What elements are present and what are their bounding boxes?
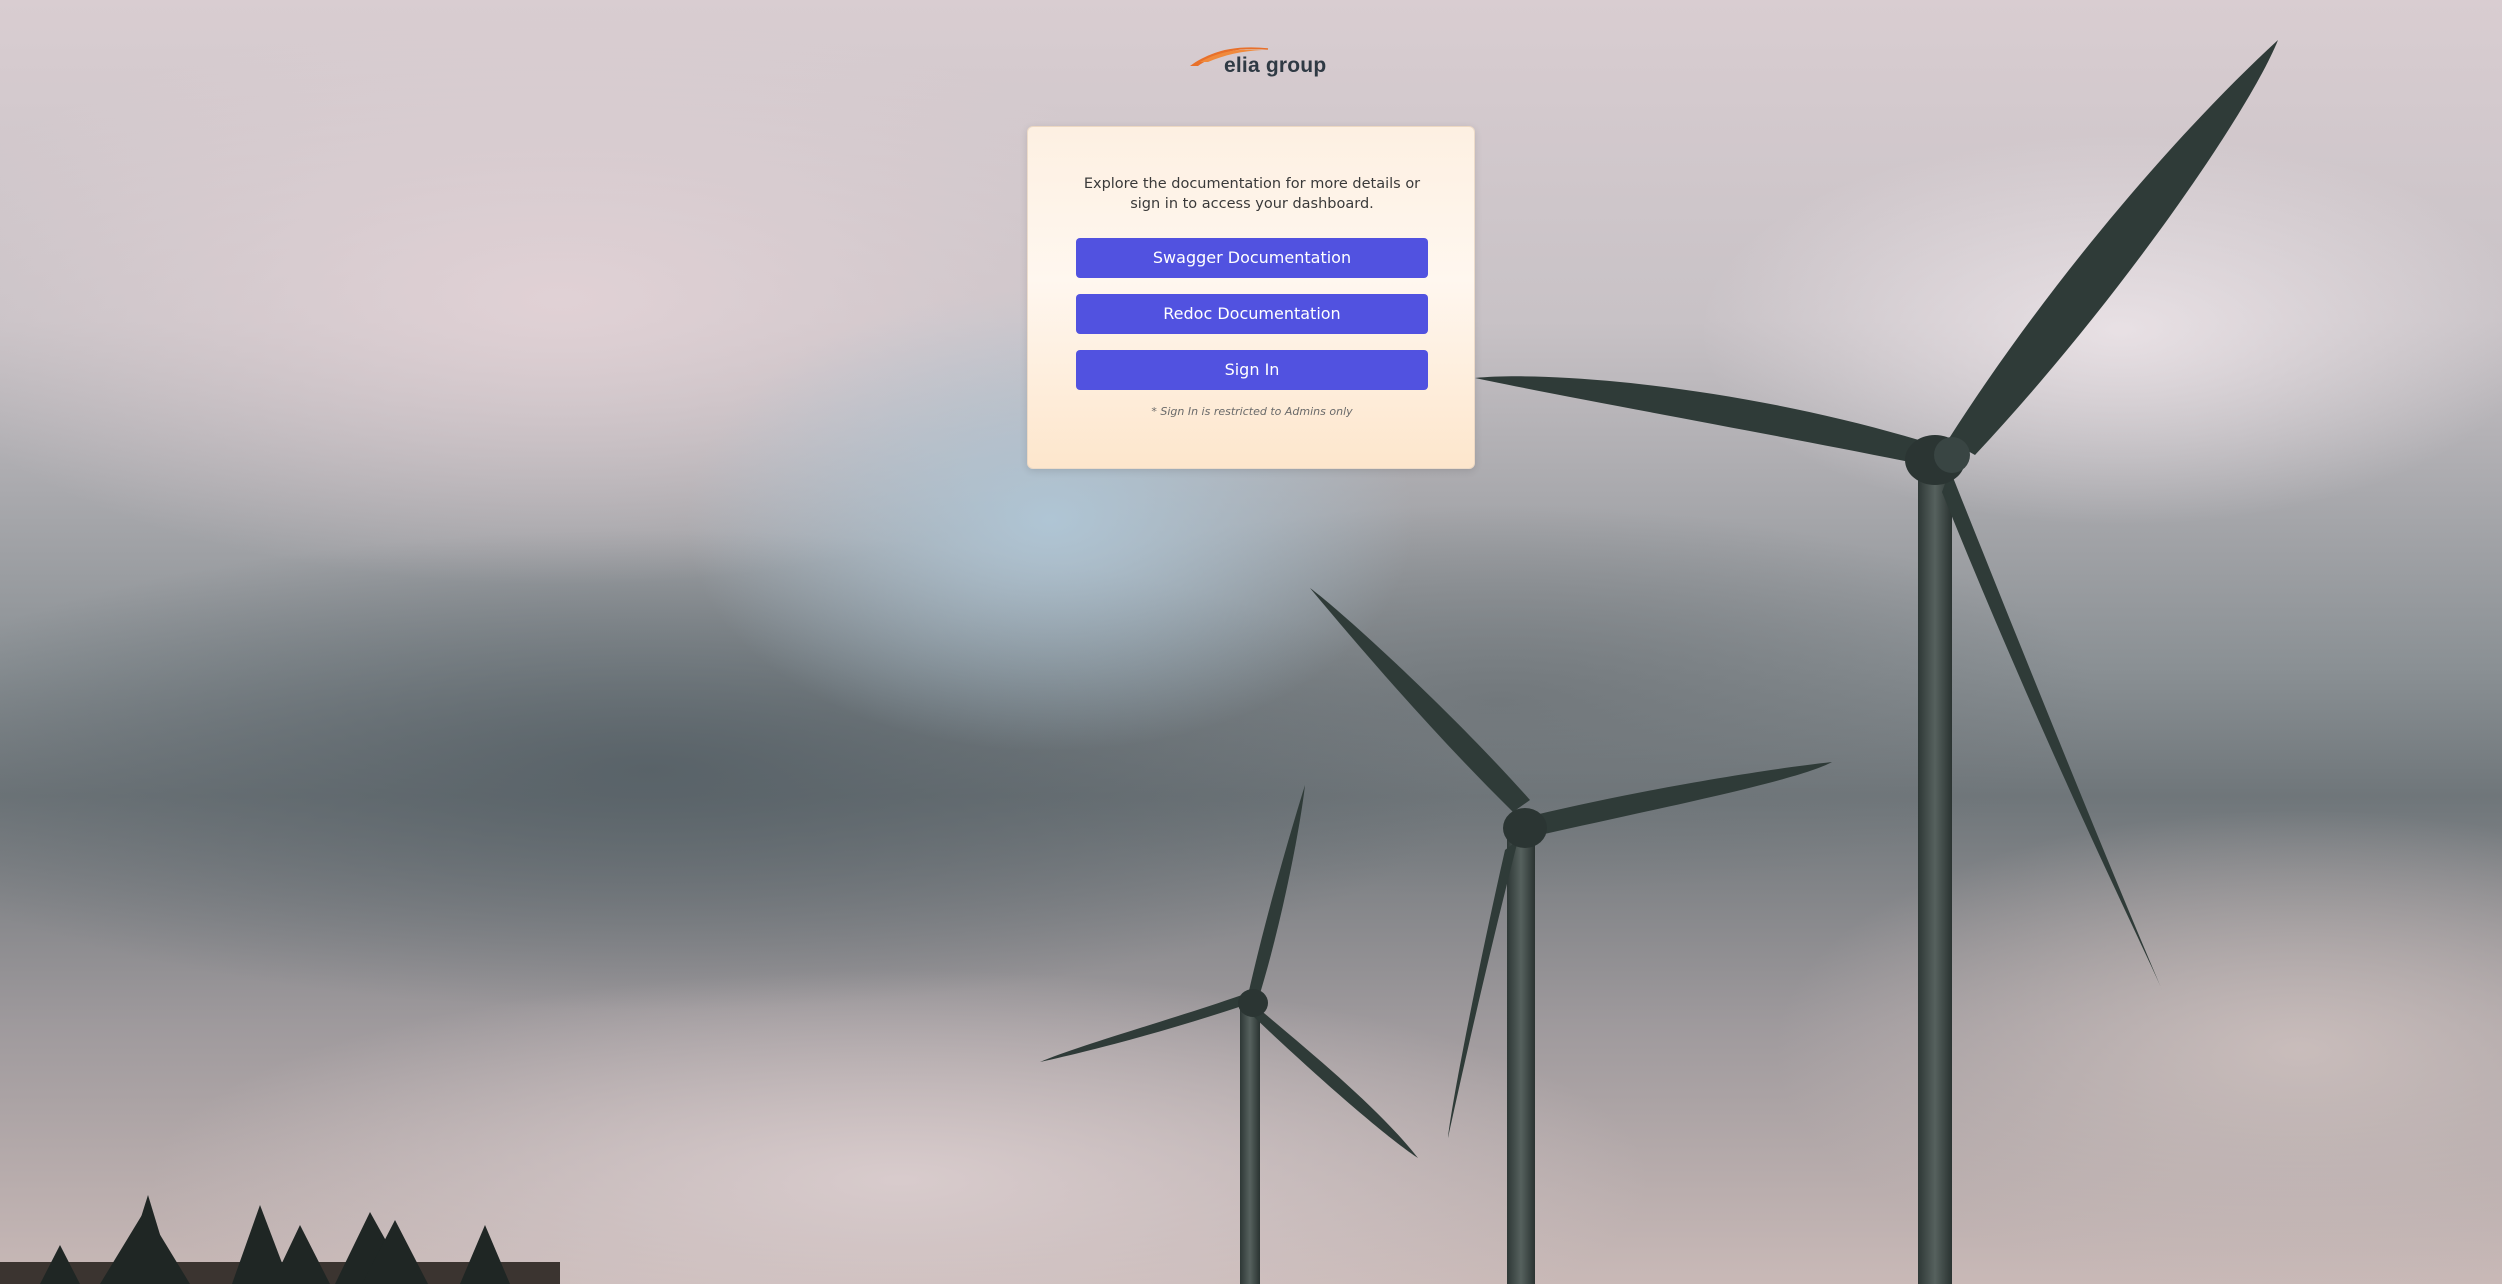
turbine-small bbox=[1040, 785, 1418, 1284]
tree-line bbox=[0, 1195, 560, 1284]
turbine-medium bbox=[1310, 588, 1832, 1284]
swagger-documentation-button[interactable]: Swagger Documentation bbox=[1076, 238, 1428, 278]
redoc-documentation-button[interactable]: Redoc Documentation bbox=[1076, 294, 1428, 334]
elia-group-logo: elia group bbox=[1186, 40, 1326, 82]
welcome-card: Explore the documentation for more detai… bbox=[1027, 126, 1475, 469]
sign-in-button[interactable]: Sign In bbox=[1076, 350, 1428, 390]
card-description: Explore the documentation for more detai… bbox=[1083, 176, 1421, 212]
logo-text: elia group bbox=[1224, 54, 1327, 77]
admin-restriction-note: * Sign In is restricted to Admins only bbox=[1151, 405, 1353, 418]
turbine-large bbox=[1475, 40, 2278, 1284]
landing-page: elia group Explore the documentation for… bbox=[0, 0, 2502, 1284]
